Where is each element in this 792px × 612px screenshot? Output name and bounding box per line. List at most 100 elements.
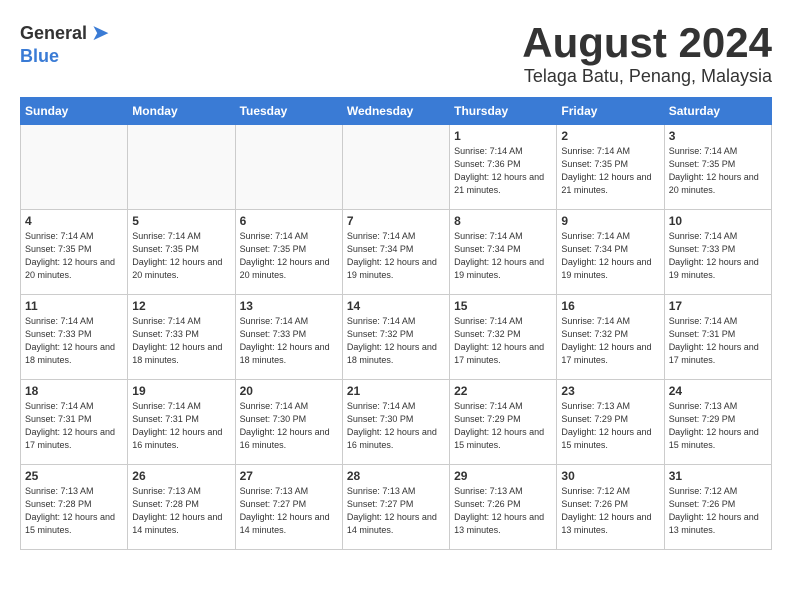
logo: General ➤ <box>20 20 109 46</box>
day-info: Sunrise: 7:14 AM Sunset: 7:34 PM Dayligh… <box>454 230 552 282</box>
day-info: Sunrise: 7:14 AM Sunset: 7:31 PM Dayligh… <box>132 400 230 452</box>
calendar-cell: 19 Sunrise: 7:14 AM Sunset: 7:31 PM Dayli… <box>128 380 235 465</box>
location-title: Telaga Batu, Penang, Malaysia <box>522 66 772 87</box>
calendar-cell <box>235 125 342 210</box>
day-number: 4 <box>25 214 123 228</box>
day-info: Sunrise: 7:14 AM Sunset: 7:35 PM Dayligh… <box>25 230 123 282</box>
calendar-cell: 31 Sunrise: 7:12 AM Sunset: 7:26 PM Dayli… <box>664 465 771 550</box>
day-info: Sunrise: 7:14 AM Sunset: 7:35 PM Dayligh… <box>240 230 338 282</box>
calendar-cell: 21 Sunrise: 7:14 AM Sunset: 7:30 PM Dayli… <box>342 380 449 465</box>
day-number: 26 <box>132 469 230 483</box>
logo-bird-icon: ➤ <box>91 20 109 46</box>
calendar-table: Sunday Monday Tuesday Wednesday Thursday… <box>20 97 772 550</box>
day-info: Sunrise: 7:13 AM Sunset: 7:29 PM Dayligh… <box>561 400 659 452</box>
col-wednesday: Wednesday <box>342 98 449 125</box>
calendar-cell: 2Sunrise: 7:14 AM Sunset: 7:35 PM Daylig… <box>557 125 664 210</box>
day-number: 10 <box>669 214 767 228</box>
day-info: Sunrise: 7:14 AM Sunset: 7:33 PM Dayligh… <box>25 315 123 367</box>
day-info: Sunrise: 7:13 AM Sunset: 7:26 PM Dayligh… <box>454 485 552 537</box>
calendar-cell <box>342 125 449 210</box>
calendar-cell: 12Sunrise: 7:14 AM Sunset: 7:33 PM Dayli… <box>128 295 235 380</box>
col-tuesday: Tuesday <box>235 98 342 125</box>
calendar-cell: 15 Sunrise: 7:14 AM Sunset: 7:32 PM Dayli… <box>450 295 557 380</box>
day-number: 3 <box>669 129 767 143</box>
calendar-week-row: 11 Sunrise: 7:14 AM Sunset: 7:33 PM Dayli… <box>21 295 772 380</box>
calendar-cell: 9 Sunrise: 7:14 AM Sunset: 7:34 PM Daylig… <box>557 210 664 295</box>
day-number: 11 <box>25 299 123 313</box>
day-number: 28 <box>347 469 445 483</box>
day-number: 15 <box>454 299 552 313</box>
day-info: Sunrise: 7:12 AM Sunset: 7:26 PM Dayligh… <box>561 485 659 537</box>
day-info: Sunrise: 7:14 AM Sunset: 7:29 PM Dayligh… <box>454 400 552 452</box>
calendar-cell: 5Sunrise: 7:14 AM Sunset: 7:35 PM Daylig… <box>128 210 235 295</box>
day-number: 30 <box>561 469 659 483</box>
calendar-body: 1Sunrise: 7:14 AM Sunset: 7:36 PM Daylig… <box>21 125 772 550</box>
calendar-cell: 8 Sunrise: 7:14 AM Sunset: 7:34 PM Daylig… <box>450 210 557 295</box>
day-number: 1 <box>454 129 552 143</box>
page-header: General ➤ Blue August 2024 Telaga Batu, … <box>20 20 772 87</box>
calendar-cell: 6 Sunrise: 7:14 AM Sunset: 7:35 PM Daylig… <box>235 210 342 295</box>
day-number: 7 <box>347 214 445 228</box>
calendar-cell: 29 Sunrise: 7:13 AM Sunset: 7:26 PM Dayli… <box>450 465 557 550</box>
day-number: 27 <box>240 469 338 483</box>
calendar-cell: 28 Sunrise: 7:13 AM Sunset: 7:27 PM Dayli… <box>342 465 449 550</box>
calendar-week-row: 4 Sunrise: 7:14 AM Sunset: 7:35 PM Daylig… <box>21 210 772 295</box>
day-number: 31 <box>669 469 767 483</box>
day-info: Sunrise: 7:14 AM Sunset: 7:30 PM Dayligh… <box>347 400 445 452</box>
logo-general-text: General <box>20 23 87 44</box>
day-info: Sunrise: 7:13 AM Sunset: 7:27 PM Dayligh… <box>347 485 445 537</box>
calendar-cell: 20Sunrise: 7:14 AM Sunset: 7:30 PM Dayli… <box>235 380 342 465</box>
calendar-cell: 23 Sunrise: 7:13 AM Sunset: 7:29 PM Dayli… <box>557 380 664 465</box>
day-number: 18 <box>25 384 123 398</box>
col-sunday: Sunday <box>21 98 128 125</box>
calendar-week-row: 25 Sunrise: 7:13 AM Sunset: 7:28 PM Dayli… <box>21 465 772 550</box>
calendar-cell: 30 Sunrise: 7:12 AM Sunset: 7:26 PM Dayli… <box>557 465 664 550</box>
title-area: August 2024 Telaga Batu, Penang, Malaysi… <box>522 20 772 87</box>
calendar-header-row: Sunday Monday Tuesday Wednesday Thursday… <box>21 98 772 125</box>
day-number: 20 <box>240 384 338 398</box>
calendar-cell: 3Sunrise: 7:14 AM Sunset: 7:35 PM Daylig… <box>664 125 771 210</box>
day-info: Sunrise: 7:14 AM Sunset: 7:35 PM Dayligh… <box>561 145 659 197</box>
day-number: 6 <box>240 214 338 228</box>
calendar-cell <box>128 125 235 210</box>
col-thursday: Thursday <box>450 98 557 125</box>
logo-area: General ➤ Blue <box>20 20 109 67</box>
calendar-cell: 13 Sunrise: 7:14 AM Sunset: 7:33 PM Dayli… <box>235 295 342 380</box>
col-friday: Friday <box>557 98 664 125</box>
day-number: 22 <box>454 384 552 398</box>
day-number: 8 <box>454 214 552 228</box>
calendar-cell: 4 Sunrise: 7:14 AM Sunset: 7:35 PM Daylig… <box>21 210 128 295</box>
day-info: Sunrise: 7:13 AM Sunset: 7:27 PM Dayligh… <box>240 485 338 537</box>
month-title: August 2024 <box>522 20 772 66</box>
calendar-cell: 16Sunrise: 7:14 AM Sunset: 7:32 PM Dayli… <box>557 295 664 380</box>
day-info: Sunrise: 7:12 AM Sunset: 7:26 PM Dayligh… <box>669 485 767 537</box>
calendar-cell: 24Sunrise: 7:13 AM Sunset: 7:29 PM Dayli… <box>664 380 771 465</box>
day-number: 25 <box>25 469 123 483</box>
day-number: 5 <box>132 214 230 228</box>
calendar-cell: 7 Sunrise: 7:14 AM Sunset: 7:34 PM Daylig… <box>342 210 449 295</box>
day-number: 17 <box>669 299 767 313</box>
calendar-cell: 25 Sunrise: 7:13 AM Sunset: 7:28 PM Dayli… <box>21 465 128 550</box>
day-info: Sunrise: 7:14 AM Sunset: 7:33 PM Dayligh… <box>240 315 338 367</box>
calendar-week-row: 1Sunrise: 7:14 AM Sunset: 7:36 PM Daylig… <box>21 125 772 210</box>
day-number: 29 <box>454 469 552 483</box>
calendar-cell: 1Sunrise: 7:14 AM Sunset: 7:36 PM Daylig… <box>450 125 557 210</box>
day-info: Sunrise: 7:13 AM Sunset: 7:28 PM Dayligh… <box>132 485 230 537</box>
calendar-cell: 26 Sunrise: 7:13 AM Sunset: 7:28 PM Dayli… <box>128 465 235 550</box>
calendar-cell: 18 Sunrise: 7:14 AM Sunset: 7:31 PM Dayli… <box>21 380 128 465</box>
day-info: Sunrise: 7:14 AM Sunset: 7:32 PM Dayligh… <box>347 315 445 367</box>
calendar-cell: 17Sunrise: 7:14 AM Sunset: 7:31 PM Dayli… <box>664 295 771 380</box>
day-number: 23 <box>561 384 659 398</box>
day-number: 21 <box>347 384 445 398</box>
day-info: Sunrise: 7:13 AM Sunset: 7:28 PM Dayligh… <box>25 485 123 537</box>
day-info: Sunrise: 7:14 AM Sunset: 7:34 PM Dayligh… <box>347 230 445 282</box>
logo-blue-text: Blue <box>20 46 59 66</box>
calendar-cell: 10Sunrise: 7:14 AM Sunset: 7:33 PM Dayli… <box>664 210 771 295</box>
day-number: 19 <box>132 384 230 398</box>
day-info: Sunrise: 7:14 AM Sunset: 7:32 PM Dayligh… <box>454 315 552 367</box>
day-number: 13 <box>240 299 338 313</box>
day-info: Sunrise: 7:14 AM Sunset: 7:34 PM Dayligh… <box>561 230 659 282</box>
day-info: Sunrise: 7:14 AM Sunset: 7:31 PM Dayligh… <box>25 400 123 452</box>
day-number: 9 <box>561 214 659 228</box>
day-info: Sunrise: 7:14 AM Sunset: 7:33 PM Dayligh… <box>132 315 230 367</box>
